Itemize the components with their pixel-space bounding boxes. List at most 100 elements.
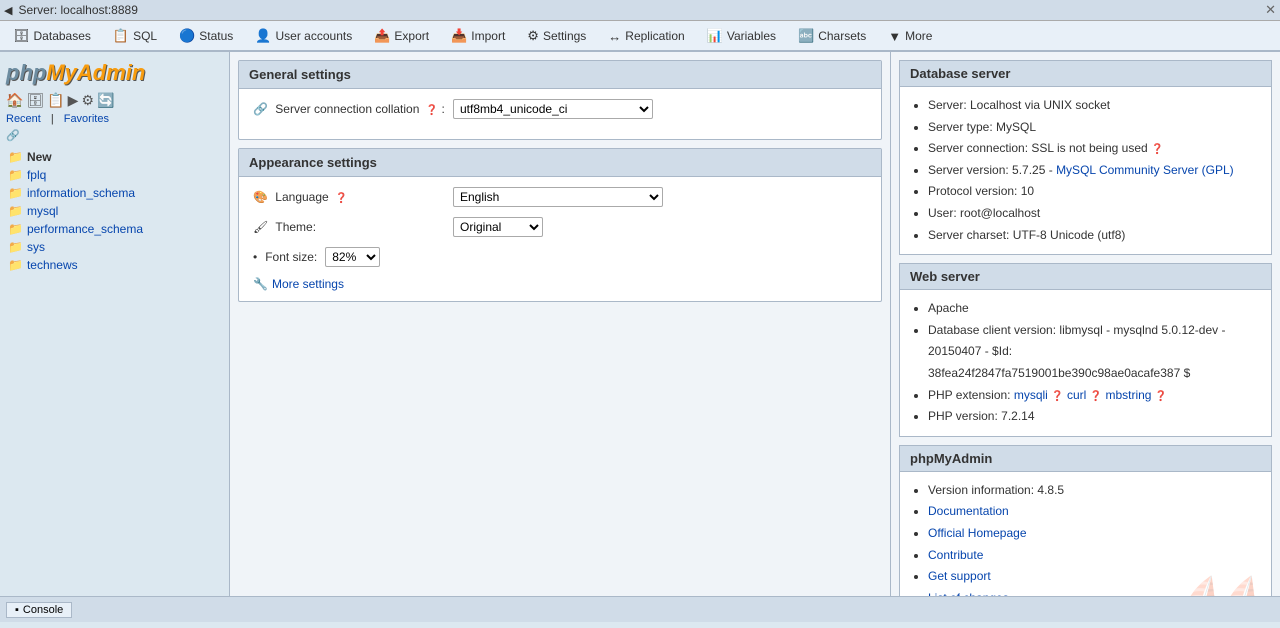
theme-select[interactable]: Original pmahomme <box>453 217 543 237</box>
db-server-item-2: Server connection: SSL is not being used… <box>928 138 1261 160</box>
nav-tabs: 🗄Databases📋SQL🔵Status👤User accounts📤Expo… <box>0 21 1280 52</box>
db-item-sys[interactable]: 📁sys <box>4 238 225 256</box>
db-icon[interactable]: 🗄 <box>26 92 44 109</box>
db-server-list: Server: Localhost via UNIX socketServer … <box>910 95 1261 246</box>
web-server-body: ApacheDatabase client version: libmysql … <box>899 289 1272 437</box>
tab-status[interactable]: 🔵Status <box>168 21 244 50</box>
database-list: 📁New📁fplq📁information_schema📁mysql📁perfo… <box>0 144 229 278</box>
status-icon: 🔵 <box>179 28 195 44</box>
language-help-icon[interactable]: ❓ <box>335 193 347 204</box>
replication-icon: ↔ <box>608 29 621 44</box>
tab-settings[interactable]: ⚙Settings <box>516 21 597 50</box>
tab-export[interactable]: 📤Export <box>363 21 440 50</box>
web-server-item-2: PHP extension: mysqli ❓ curl ❓ mbstring … <box>928 385 1261 407</box>
db-item-information_schema[interactable]: 📁information_schema <box>4 184 225 202</box>
pma-link-1: Official Homepage <box>928 523 1261 545</box>
collation-select[interactable]: utf8mb4_unicode_ci utf8_general_ci latin… <box>453 99 653 119</box>
theme-label: 🖌 Theme: <box>253 220 453 234</box>
refresh-icon[interactable]: 🔄 <box>97 92 114 109</box>
web-server-item-1: Database client version: libmysql - mysq… <box>928 320 1261 385</box>
content-area: General settings 🔗 Server connection col… <box>230 52 890 596</box>
db-server-item-1: Server type: MySQL <box>928 117 1261 139</box>
web-server-item-3: PHP version: 7.2.14 <box>928 406 1261 428</box>
db-item-fplq[interactable]: 📁fplq <box>4 166 225 184</box>
db-item-New[interactable]: 📁New <box>4 148 225 166</box>
collation-help-icon[interactable]: ❓ <box>426 105 438 116</box>
user_accounts-icon: 👤 <box>255 28 271 44</box>
theme-row: 🖌 Theme: Original pmahomme <box>253 217 867 237</box>
general-settings-section: General settings 🔗 Server connection col… <box>238 60 882 140</box>
pma-link-list-of-changes[interactable]: List of changes <box>928 591 1009 596</box>
db-item-performance_schema[interactable]: 📁performance_schema <box>4 220 225 238</box>
sidebar: phpMyAdmin 🏠 🗄 📋 ▶ ⚙ 🔄 Recent | Favorite… <box>0 52 230 596</box>
console-button[interactable]: ▪ Console <box>6 602 72 618</box>
db-item-technews[interactable]: 📁technews <box>4 256 225 274</box>
db-server-panel: Database server Server: Localhost via UN… <box>899 60 1272 255</box>
collation-label: 🔗 Server connection collation ❓ : <box>253 102 453 116</box>
favorites-link[interactable]: Favorites <box>64 113 109 125</box>
pma-version: Version information: 4.8.5 <box>928 480 1261 502</box>
db-server-title: Database server <box>899 60 1272 86</box>
appearance-settings-title: Appearance settings <box>239 149 881 177</box>
wrench-icon: 🔧 <box>253 277 268 291</box>
tab-sql[interactable]: 📋SQL <box>102 21 168 50</box>
table-icon[interactable]: 📋 <box>47 92 64 109</box>
general-settings-title: General settings <box>239 61 881 89</box>
sql-icon[interactable]: ▶ <box>68 92 79 109</box>
web-server-list: ApacheDatabase client version: libmysql … <box>910 298 1261 428</box>
charsets-icon: 🔤 <box>798 28 814 44</box>
recent-link[interactable]: Recent <box>6 113 41 125</box>
fontsize-select[interactable]: 82% 100% 120% <box>325 247 380 267</box>
db-server-item-3: Server version: 5.7.25 - MySQL Community… <box>928 160 1261 182</box>
web-server-title: Web server <box>899 263 1272 289</box>
pma-link-documentation[interactable]: Documentation <box>928 504 1009 518</box>
appearance-settings-body: 🎨 Language ❓ English French German Spani… <box>239 177 881 301</box>
tab-import[interactable]: 📥Import <box>440 21 516 50</box>
tab-databases[interactable]: 🗄Databases <box>2 21 102 50</box>
settings-icon[interactable]: ⚙ <box>81 92 94 109</box>
language-row: 🎨 Language ❓ English French German Spani… <box>253 187 867 207</box>
variables-icon: 📊 <box>707 28 723 44</box>
import-icon: 📥 <box>451 28 467 44</box>
settings-icon: ⚙ <box>527 28 539 44</box>
phpmyadmin-panel-body: Version information: 4.8.5 Documentation O… <box>899 471 1272 596</box>
more-settings-link[interactable]: 🔧 More settings <box>253 277 867 291</box>
phpmyadmin-logo: phpMyAdmin <box>6 60 145 86</box>
language-label: 🎨 Language ❓ <box>253 190 453 204</box>
web-server-panel: Web server ApacheDatabase client version… <box>899 263 1272 437</box>
console-bar: ▪ Console <box>0 596 1280 622</box>
language-select[interactable]: English French German Spanish <box>453 187 663 207</box>
tab-user_accounts[interactable]: 👤User accounts <box>244 21 363 50</box>
sql-icon: 📋 <box>113 28 129 44</box>
pma-link-3: Get support <box>928 566 1261 588</box>
home-icon[interactable]: 🏠 <box>6 92 23 109</box>
sidebar-logo-area: phpMyAdmin <box>0 56 229 90</box>
db-server-item-6: Server charset: UTF-8 Unicode (utf8) <box>928 225 1261 247</box>
db-server-body: Server: Localhost via UNIX socketServer … <box>899 86 1272 255</box>
collation-row: 🔗 Server connection collation ❓ : utf8mb… <box>253 99 867 119</box>
tab-charsets[interactable]: 🔤Charsets <box>787 21 877 50</box>
tab-replication[interactable]: ↔Replication <box>597 22 695 50</box>
more-icon: ▼ <box>888 29 901 44</box>
pma-link-contribute[interactable]: Contribute <box>928 548 983 562</box>
pma-link-0: Documentation <box>928 501 1261 523</box>
link-icon: 🔗 <box>0 127 229 144</box>
collapse-arrow[interactable]: ◀ <box>4 4 12 17</box>
right-panel: Database server Server: Localhost via UN… <box>890 52 1280 596</box>
db-item-mysql[interactable]: 📁mysql <box>4 202 225 220</box>
fontsize-label: Font size: <box>265 250 317 264</box>
db-server-item-0: Server: Localhost via UNIX socket <box>928 95 1261 117</box>
tab-variables[interactable]: 📊Variables <box>696 21 787 50</box>
db-server-item-4: Protocol version: 10 <box>928 181 1261 203</box>
pma-link-get-support[interactable]: Get support <box>928 569 991 583</box>
phpmyadmin-panel-title: phpMyAdmin <box>899 445 1272 471</box>
tab-more[interactable]: ▼More <box>877 22 943 50</box>
appearance-settings-section: Appearance settings 🎨 Language ❓ English… <box>238 148 882 302</box>
pma-link-4: List of changes <box>928 588 1261 596</box>
db-server-item-5: User: root@localhost <box>928 203 1261 225</box>
main-layout: phpMyAdmin 🏠 🗄 📋 ▶ ⚙ 🔄 Recent | Favorite… <box>0 52 1280 596</box>
pma-link-2: Contribute <box>928 545 1261 567</box>
close-button[interactable]: ✕ <box>1265 2 1276 18</box>
export-icon: 📤 <box>374 28 390 44</box>
pma-link-official-homepage[interactable]: Official Homepage <box>928 526 1027 540</box>
